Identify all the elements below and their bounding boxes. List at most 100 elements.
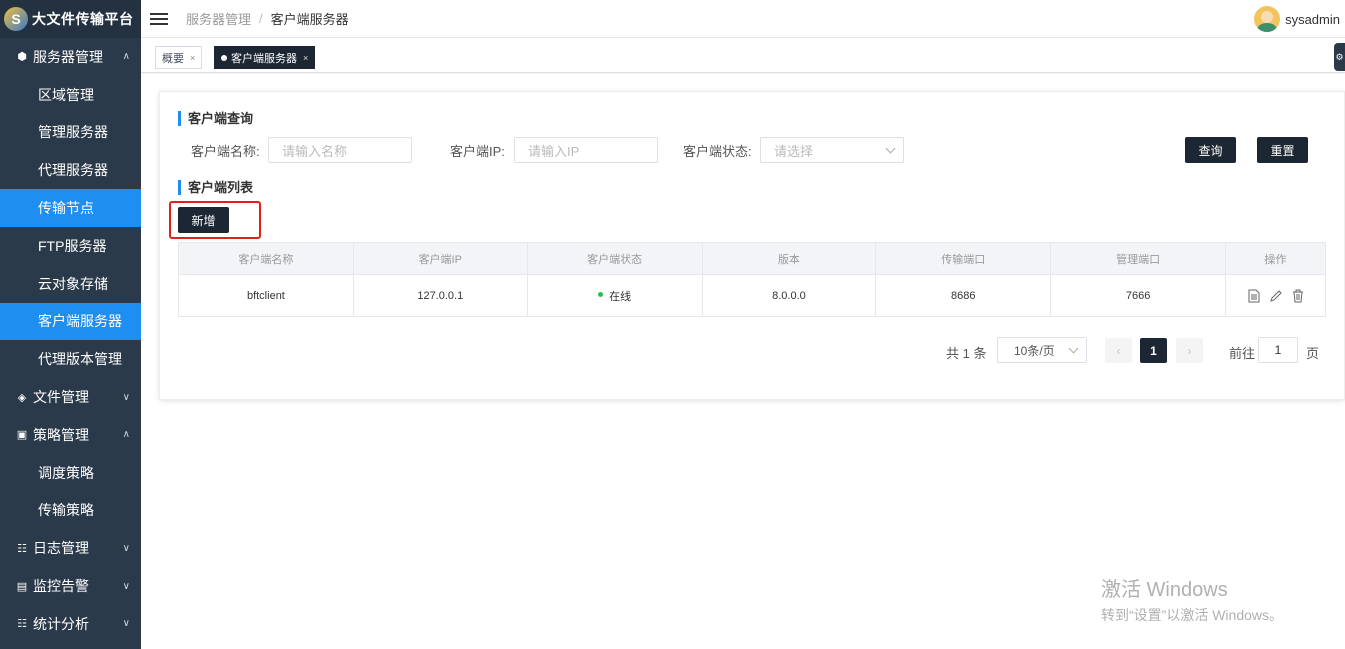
windows-activation-watermark: 激活 Windows 转到“设置”以激活 Windows。 [1101,573,1283,625]
cell-version: 8.0.0.0 [701,274,877,317]
cell-name: bftclient [178,274,354,317]
sidebar-item-proxy-version[interactable]: 代理版本管理 [0,340,141,378]
chevron-down-icon [885,143,896,154]
cell-transfer-port: 8686 [875,274,1052,317]
sidebar: S 大文件传输平台 ⬢ 服务器管理 ∧ 区域管理 管理服务器 代理服务器 传输节… [0,0,141,649]
sidebar-item-ftp-server[interactable]: FTP服务器 [0,227,141,265]
sidebar-item-label: 监控告警 [33,578,89,595]
tags-view-bar: 概要 × 客户端服务器 × ⚙ [141,41,1345,73]
column-header-manage-port: 管理端口 [1050,242,1227,275]
sidebar-item-label: 服务器管理 [33,48,103,65]
sidebar-item-client-server[interactable]: 客户端服务器 [0,302,141,341]
settings-gear-icon[interactable]: ⚙ [1334,43,1345,71]
sidebar-item-monitor-alert[interactable]: ▤ 监控告警 ∨ [0,567,141,605]
app-title: 大文件传输平台 [32,11,134,27]
sidebar-item-label: 区域管理 [38,86,94,103]
client-table: 客户端名称 客户端IP 客户端状态 版本 传输端口 管理端口 操作 bftcli… [178,242,1326,317]
search-button[interactable]: 查询 [1185,137,1236,163]
cell-actions [1225,274,1326,317]
breadcrumb-separator: / [259,11,263,26]
sidebar-item-cloud-storage[interactable]: 云对象存储 [0,265,141,303]
sidebar-item-label: 传输节点 [38,200,94,217]
sidebar-item-statistics[interactable]: ☷ 统计分析 ∨ [0,605,141,643]
client-server-card: 客户端查询 客户端名称: 请输入名称 客户端IP: 请输入IP 客户端状态: 请… [159,91,1345,400]
client-ip-input[interactable]: 请输入IP [514,137,658,163]
select-placeholder: 请选择 [774,143,814,159]
sidebar-item-label: 统计分析 [33,615,89,632]
tab-label: 客户端服务器 [231,52,297,65]
breadcrumb-item-current: 客户端服务器 [270,12,349,27]
client-name-input[interactable]: 请输入名称 [268,137,412,163]
client-status-select[interactable]: 请选择 [760,137,904,163]
column-header-name: 客户端名称 [178,242,354,275]
chevron-down-icon [1068,343,1079,354]
column-header-status: 客户端状态 [526,242,703,275]
cell-status: 在线 [526,274,703,317]
reset-button[interactable]: 重置 [1257,137,1308,163]
sidebar-item-proxy-server[interactable]: 代理服务器 [0,151,141,189]
chevron-down-icon: ∨ [122,580,130,592]
pagination-total: 共 1 条 [946,346,987,361]
tab-overview[interactable]: 概要 × [155,46,203,69]
sidebar-item-file-management[interactable]: ◈ 文件管理 ∨ [0,378,141,416]
stats-icon: ☷ [17,618,27,631]
chevron-down-icon: ∨ [122,391,130,403]
client-ip-label: 客户端IP: [450,144,505,159]
edit-pencil-icon[interactable] [1269,289,1283,303]
goto-label: 前往 [1229,346,1256,361]
tab-client-server[interactable]: 客户端服务器 × [214,46,316,69]
watermark-line2: 转到“设置”以激活 Windows。 [1101,607,1284,623]
policy-icon: ▣ [16,429,28,442]
cell-manage-port: 7666 [1050,274,1227,317]
sidebar-item-region-management[interactable]: 区域管理 [0,76,141,114]
sidebar-item-label: 代理服务器 [38,162,108,179]
sidebar-item-management-server[interactable]: 管理服务器 [0,114,141,152]
page-number-current[interactable]: 1 [1140,338,1167,363]
hamburger-menu-icon[interactable] [150,10,168,28]
sidebar-item-log-management[interactable]: ☷ 日志管理 ∨ [0,529,141,567]
chevron-up-icon: ∧ [122,51,130,63]
online-status-dot [598,292,604,298]
table-row: bftclient 127.0.0.1 在线 8.0.0.0 8686 7666 [178,274,1326,317]
goto-page-input[interactable]: 1 [1258,337,1298,363]
sidebar-item-label: 调度策略 [38,464,94,481]
monitor-icon: ▤ [16,580,28,593]
next-page-button[interactable]: › [1176,338,1203,363]
logo: S 大文件传输平台 [0,0,141,38]
avatar[interactable] [1254,6,1281,32]
main-content: 客户端查询 客户端名称: 请输入名称 客户端IP: 请输入IP 客户端状态: 请… [141,74,1345,649]
prev-page-button[interactable]: ‹ [1105,338,1132,363]
page-size-select[interactable]: 10条/页 [997,337,1087,363]
username[interactable]: sysadmin [1285,12,1340,27]
status-text: 在线 [609,290,632,303]
client-name-label: 客户端名称: [191,144,260,159]
sidebar-item-label: 代理版本管理 [38,351,122,368]
sidebar-item-transfer-policy[interactable]: 传输策略 [0,492,141,530]
client-status-label: 客户端状态: [683,144,752,159]
cube-icon: ⬢ [17,51,27,64]
sidebar-item-server-management[interactable]: ⬢ 服务器管理 ∧ [0,38,141,76]
trash-icon[interactable] [1291,289,1305,303]
document-icon[interactable] [1247,289,1261,303]
log-icon: ☷ [17,542,27,555]
sidebar-item-label: 文件管理 [33,389,89,406]
list-section-title: 客户端列表 [178,180,253,195]
sidebar-item-schedule-policy[interactable]: 调度策略 [0,454,141,492]
sidebar-item-label: 客户端服务器 [38,313,122,330]
close-icon[interactable]: × [190,53,195,63]
user-menu[interactable]: sysadmin [1254,6,1340,32]
sidebar-item-label: 日志管理 [33,540,89,557]
chevron-up-icon: ∧ [122,429,130,441]
top-header: 服务器管理 / 客户端服务器 sysadmin [141,0,1345,38]
chevron-down-icon: ∨ [122,542,130,554]
close-icon[interactable]: × [303,53,308,63]
chevron-down-icon: ∨ [122,618,130,630]
tab-label: 概要 [162,52,184,65]
sidebar-item-transfer-node[interactable]: 传输节点 [0,189,141,227]
sidebar-item-policy-management[interactable]: ▣ 策略管理 ∧ [0,416,141,454]
sidebar-item-label: 传输策略 [38,502,94,519]
column-header-version: 版本 [701,242,877,275]
column-header-transfer-port: 传输端口 [875,242,1052,275]
breadcrumb-item-parent[interactable]: 服务器管理 [186,9,251,28]
watermark-line1: 激活 Windows [1101,579,1228,601]
